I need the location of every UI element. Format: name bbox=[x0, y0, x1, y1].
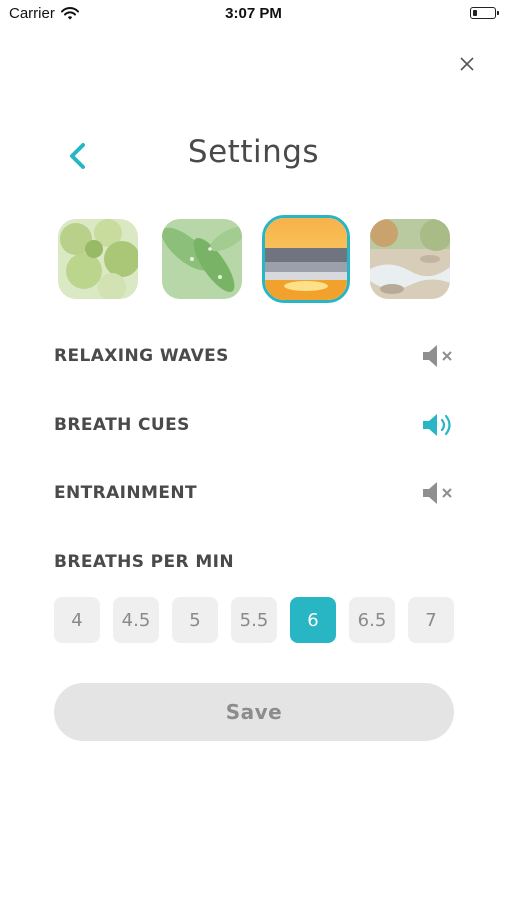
sunset-image bbox=[265, 218, 347, 300]
scene-thumb-green-leaves[interactable] bbox=[58, 219, 138, 299]
scene-thumb-rain-leaves[interactable] bbox=[162, 219, 242, 299]
status-bar: Carrier 3:07 PM bbox=[0, 0, 507, 28]
breaths-per-min-label: BREATHS PER MIN bbox=[54, 552, 235, 572]
scene-thumb-river-stream[interactable] bbox=[370, 219, 450, 299]
bpm-option-7[interactable]: 7 bbox=[408, 597, 454, 643]
rain-leaves-image bbox=[162, 219, 242, 299]
scene-thumb-ocean-sunset[interactable] bbox=[262, 215, 350, 303]
speaker-on-icon[interactable] bbox=[420, 411, 456, 439]
page-title: Settings bbox=[187, 134, 320, 170]
bpm-option-4[interactable]: 4 bbox=[54, 597, 100, 643]
status-time: 3:07 PM bbox=[225, 5, 282, 22]
bpm-option-4-5[interactable]: 4.5 bbox=[113, 597, 159, 643]
bpm-option-6[interactable]: 6 bbox=[290, 597, 336, 643]
save-button[interactable]: Save bbox=[54, 683, 454, 741]
relaxing-waves-label: RELAXING WAVES bbox=[54, 346, 229, 366]
battery-level bbox=[472, 9, 477, 16]
bpm-option-6-5[interactable]: 6.5 bbox=[349, 597, 395, 643]
speaker-muted-icon[interactable] bbox=[420, 479, 456, 507]
close-icon[interactable] bbox=[455, 52, 479, 76]
bpm-option-5-5[interactable]: 5.5 bbox=[231, 597, 277, 643]
bpm-option-5[interactable]: 5 bbox=[172, 597, 218, 643]
speaker-muted-icon[interactable] bbox=[420, 342, 456, 370]
battery-icon bbox=[470, 7, 499, 19]
breath-cues-label: BREATH CUES bbox=[54, 415, 190, 435]
river-image bbox=[370, 219, 450, 299]
entrainment-label: ENTRAINMENT bbox=[54, 483, 197, 503]
leaves-image bbox=[58, 219, 138, 299]
